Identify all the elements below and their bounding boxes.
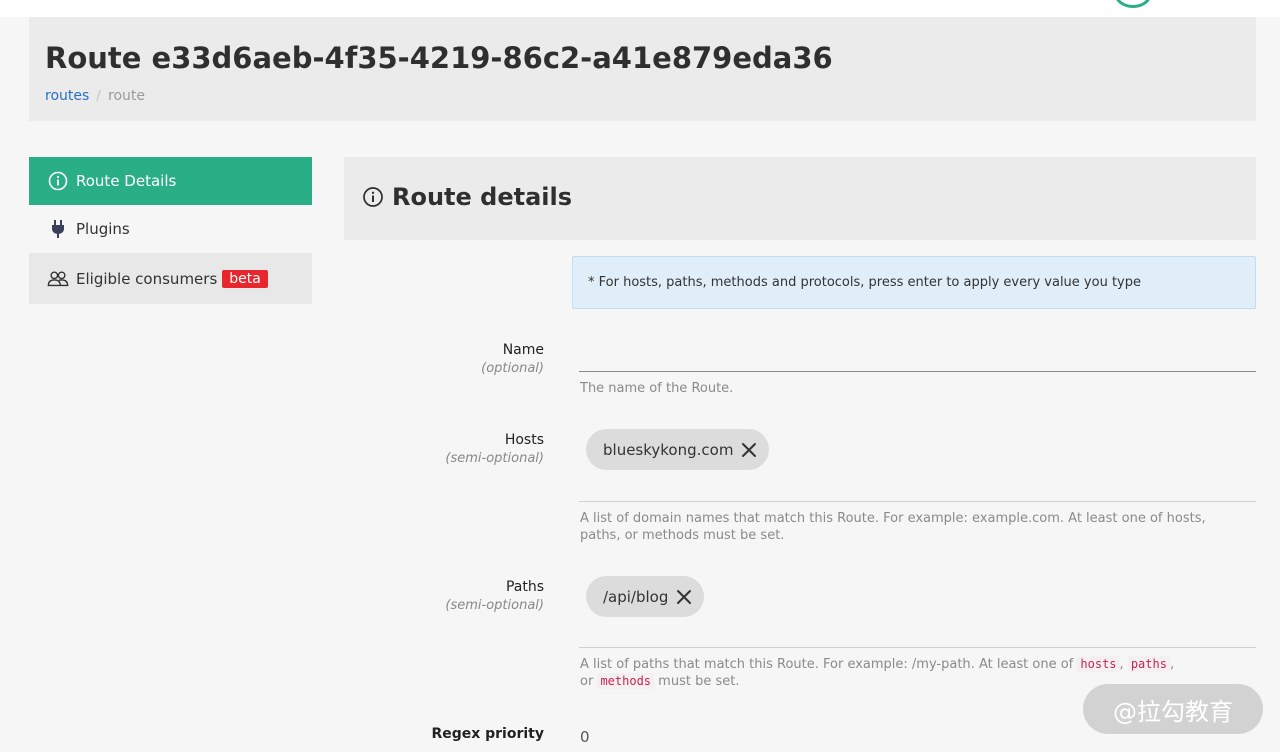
hosts-label-text: Hosts [504,432,544,448]
regex-priority-label: Regex priority [431,726,544,742]
content-header: Route details [344,157,1256,240]
watermark: @拉勾教育 [1083,684,1263,734]
paths-help-or: or [580,674,594,689]
breadcrumb-separator: / [96,88,102,104]
remove-host-tag-close-icon[interactable] [741,442,757,458]
host-tag-label: blueskykong.com [603,440,734,459]
regex-priority-input[interactable]: 0 [580,728,590,746]
info-alert: * For hosts, paths, methods and protocol… [572,256,1256,309]
paths-help-comma: , [1119,657,1124,672]
paths-help-suffix: must be set. [658,674,740,689]
paths-help-comma: , [1169,657,1175,672]
content-title: Route details [362,183,572,211]
page-header: Route e33d6aeb-4f35-4219-86c2-a41e879eda… [29,17,1256,121]
code-methods: methods [597,673,655,689]
hosts-input-underline[interactable] [579,501,1256,502]
regex-priority-label-text: Regex priority [431,726,544,742]
top-bar [0,0,1280,17]
sidebar-item-eligible-consumers[interactable]: Eligible consumers beta [29,253,312,304]
beta-badge: beta [222,269,268,288]
name-input-underline [579,371,1256,372]
path-tag-label: /api/blog [603,587,669,606]
info-icon [47,170,69,192]
users-icon [47,268,69,290]
hosts-label-sub: (semi-optional) [445,451,544,466]
info-icon [362,186,384,208]
breadcrumb-current: route [108,88,146,104]
plug-icon [47,218,69,240]
avatar[interactable] [1114,0,1152,8]
page-title: Route e33d6aeb-4f35-4219-86c2-a41e879eda… [45,41,833,75]
paths-label-text: Paths [505,579,544,595]
sidebar-item-label: Plugins [76,220,130,238]
paths-input-underline[interactable] [579,647,1256,648]
name-input[interactable] [579,340,1256,370]
name-label: Name (optional) [481,342,544,376]
sidebar-item-label: Eligible consumers [76,269,218,288]
code-paths: paths [1127,656,1170,672]
sidebar-item-plugins[interactable]: Plugins [29,205,312,253]
path-tag: /api/blog [586,576,705,617]
name-label-text: Name [502,342,544,358]
name-label-sub: (optional) [481,361,544,376]
sidebar-item-label: Route Details [76,172,177,190]
code-hosts: hosts [1077,656,1120,672]
paths-label: Paths (semi-optional) [445,579,544,613]
breadcrumb: routes / route [45,88,145,104]
name-help: The name of the Route. [580,381,734,396]
breadcrumb-routes-link[interactable]: routes [45,88,89,104]
hosts-label: Hosts (semi-optional) [445,432,544,466]
sidebar-item-route-details[interactable]: Route Details [29,157,312,205]
host-tag: blueskykong.com [586,429,770,470]
remove-path-tag-close-icon[interactable] [676,589,692,605]
hosts-help: A list of domain names that match this R… [580,511,1206,543]
paths-label-sub: (semi-optional) [445,598,544,613]
sidebar: Route Details Plugins Eligible consumers… [29,157,312,304]
content-title-text: Route details [392,183,573,211]
paths-help-prefix: A list of paths that match this Route. F… [580,657,1074,672]
